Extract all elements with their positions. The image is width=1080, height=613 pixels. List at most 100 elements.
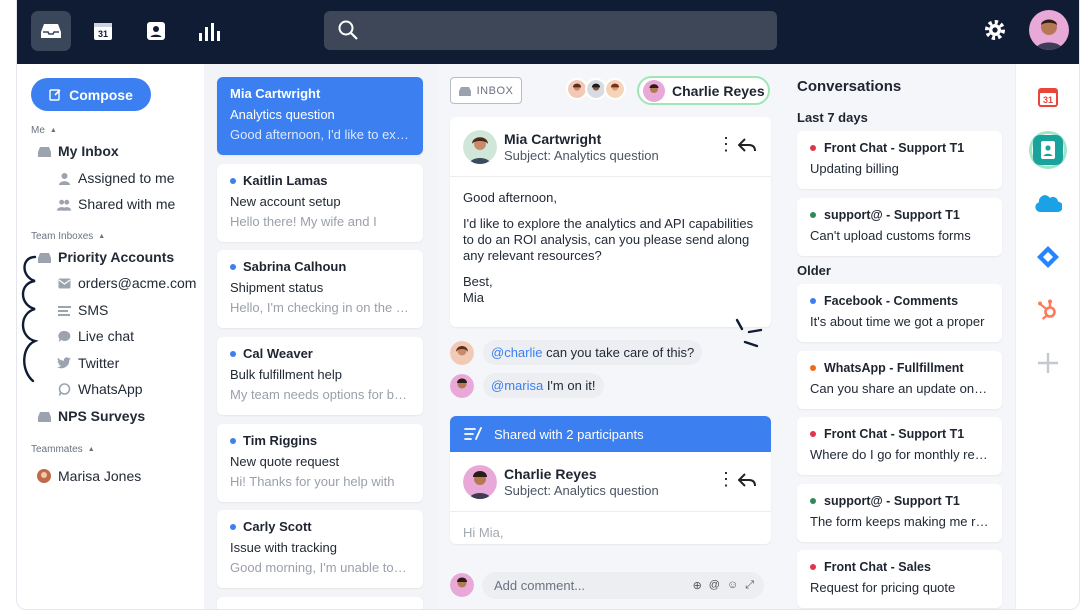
analytics-nav-button[interactable] [189,11,229,51]
conversation-card-sabrina[interactable]: Sabrina Calhoun Shipment status Hello, I… [217,250,423,328]
conversation-card-tim[interactable]: Tim Riggins New quote request Hi! Thanks… [217,424,423,502]
salesforce-app[interactable] [1029,184,1067,222]
team-inboxes-section-label[interactable]: Team Inboxes ▲ [31,231,105,242]
contact-conversations-panel: Conversations Last 7 days Front Chat - S… [787,64,1015,609]
reply-icon[interactable] [738,137,756,153]
envelope-icon [57,276,71,290]
comment-input[interactable]: Add comment... ⊕ @ ☺ ⤢ [482,571,764,599]
sidebar-item-marisa-jones[interactable]: Marisa Jones [37,468,141,484]
salesforce-cloud-icon [1035,195,1062,213]
comment-marisa: @marisa I'm on it! [450,373,604,398]
calendar-nav-button[interactable]: 31 [83,11,123,51]
mention-link[interactable]: @marisa [491,378,543,393]
conversation-item[interactable]: WhatsApp - Fullfillment Can you share an… [797,351,1002,409]
comment-bubble: @marisa I'm on it! [483,373,604,398]
caret-up-icon: ▲ [49,127,57,134]
expand-icon[interactable]: ⤢ [745,579,754,592]
gear-icon[interactable] [983,18,1007,42]
whatsapp-icon [57,382,71,396]
conversation-card-carly[interactable]: Carly Scott Issue with tracking Good mor… [217,510,423,588]
inbox-tray-icon [37,250,51,264]
user-avatar[interactable] [1029,10,1069,50]
hubspot-icon [1038,299,1056,320]
add-icon[interactable]: ⊕ [693,579,702,592]
card-sender: Tim Riggins [243,433,318,448]
people-icon [57,197,71,211]
plus-icon [1038,353,1058,373]
conversation-item[interactable]: support@ - Support T1 Can't upload custo… [797,198,1002,256]
mention-icon[interactable]: @ [709,579,720,592]
sparkle-decoration [735,318,763,348]
inbox-color-dot [810,145,816,151]
sidebar-item-orders-email[interactable]: orders@acme.com [57,275,196,291]
sidebar-item-my-inbox[interactable]: My Inbox [37,143,119,159]
sidebar-item-nps-surveys[interactable]: NPS Surveys [37,408,145,424]
inbox-nav-button[interactable] [31,11,71,51]
teammates-section-label[interactable]: Teammates ▲ [31,444,95,455]
card-preview: Hello there! My wife and I [230,214,377,229]
bar-chart-icon [199,23,220,41]
inbox-tag[interactable]: INBOX [450,77,522,104]
assignee-button[interactable]: Charlie Reyes [637,76,770,105]
inbox-tray-icon [41,24,61,38]
shared-participants-bar[interactable]: Shared with 2 participants [450,416,771,452]
integrations-rail: 31 [1015,64,1079,609]
card-preview: Good morning, I'm unable to track [230,560,410,575]
conversation-item[interactable]: Front Chat - Support T1 Updating billing [797,131,1002,189]
conversation-card-kaitlin[interactable]: Kaitlin Lamas New account setup Hello th… [217,164,423,242]
twitter-bird-icon [57,356,71,370]
sidebar-item-assigned[interactable]: Assigned to me [57,170,175,186]
card-preview: Good afternoon, I'd like to explore the … [230,127,410,142]
message-body: Hi Mia, [450,512,771,564]
sidebar-item-sms[interactable]: SMS [57,302,108,318]
conversation-card-partial[interactable] [217,597,423,609]
me-section-label[interactable]: Me ▲ [31,125,57,136]
commenter-avatar [450,373,474,398]
jira-diamond-icon [1037,246,1059,268]
card-subject: Bulk fulfillment help [230,367,342,382]
group-label-last-7-days: Last 7 days [797,110,868,125]
chat-bubble-icon [57,329,71,343]
message-header: Mia Cartwright Subject: Analytics questi… [450,117,771,177]
contact-card-icon [147,22,165,40]
unread-dot [230,350,236,357]
conversation-card-mia[interactable]: Mia Cartwright Analytics question Good a… [217,77,423,155]
card-subject: Issue with tracking [230,540,337,555]
card-sender: Carly Scott [243,519,312,534]
sidebar-item-whatsapp[interactable]: WhatsApp [57,381,143,397]
jira-app[interactable] [1029,238,1067,276]
conversation-item[interactable]: support@ - Support T1 The form keeps mak… [797,484,1002,542]
hubspot-app[interactable] [1029,291,1067,329]
emoji-icon[interactable]: ☺ [727,579,738,592]
edit-icon [49,89,61,101]
card-preview: Hi! Thanks for your help with [230,474,395,489]
comment-bubble: @charlie can you take care of this? [483,340,703,365]
compose-label: Compose [69,86,133,103]
calendar-icon: 31 [94,23,112,40]
conversation-card-cal[interactable]: Cal Weaver Bulk fulfillment help My team… [217,337,423,415]
add-app-button[interactable] [1029,344,1067,382]
message-card-charlie: Charlie Reyes Subject: Analytics questio… [450,452,771,544]
contact-details-app[interactable] [1029,131,1067,169]
reply-icon[interactable] [738,472,756,488]
sidebar-item-twitter[interactable]: Twitter [57,355,119,371]
sidebar-item-priority-accounts[interactable]: Priority Accounts [37,249,174,265]
inbox-color-dot [810,564,816,570]
conversation-item[interactable]: Front Chat - Support T1 Where do I go fo… [797,417,1002,475]
mention-link[interactable]: @charlie [491,345,543,360]
sidebar-item-live-chat[interactable]: Live chat [57,328,134,344]
conversation-item[interactable]: Front Chat - Sales Request for pricing q… [797,550,1002,608]
compose-button[interactable]: Compose [31,78,151,111]
sidebar-item-shared[interactable]: Shared with me [57,196,175,212]
contacts-nav-button[interactable] [136,11,176,51]
group-label-older: Older [797,263,831,278]
more-options-icon[interactable]: ⋮ [717,470,735,488]
assignee-avatar [643,79,665,102]
google-calendar-app[interactable]: 31 [1029,78,1067,116]
conversation-item[interactable]: Facebook - Comments It's about time we g… [797,284,1002,342]
participant-avatar[interactable] [604,78,626,100]
search-bar[interactable] [324,11,777,50]
more-options-icon[interactable]: ⋮ [717,135,735,153]
contact-card-icon [1033,135,1063,165]
caret-up-icon: ▲ [98,233,106,240]
